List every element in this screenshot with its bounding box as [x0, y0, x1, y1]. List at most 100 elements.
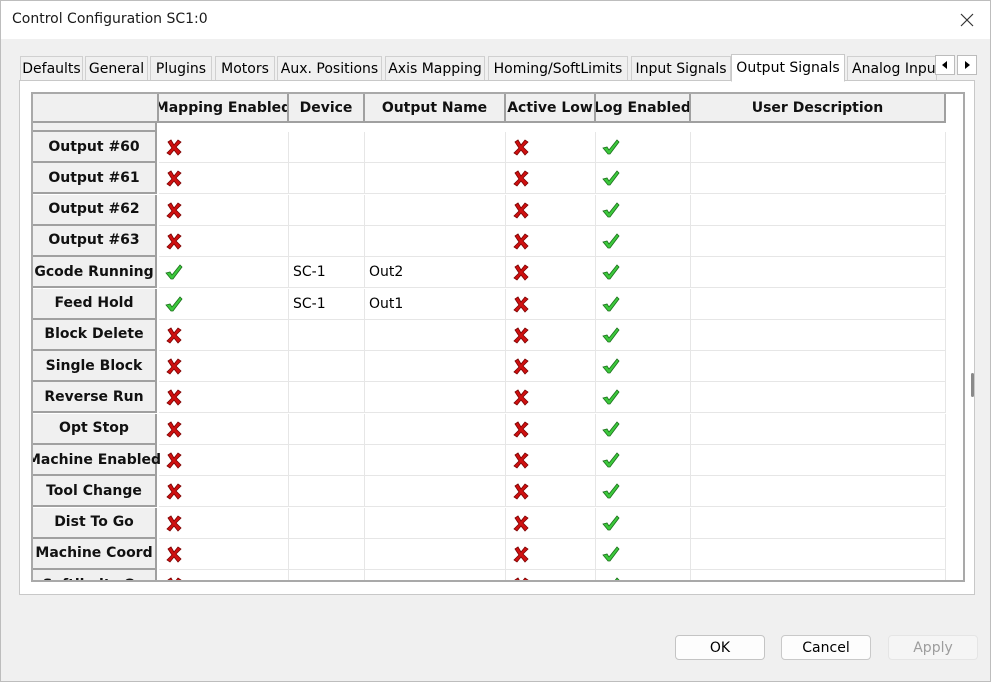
active-low-cell[interactable] — [506, 507, 596, 539]
output-name-cell[interactable] — [365, 163, 506, 195]
user-description-cell[interactable] — [691, 194, 946, 226]
output-name-cell[interactable] — [365, 319, 506, 351]
output-name-cell[interactable] — [365, 507, 506, 539]
active-low-cell[interactable] — [506, 413, 596, 445]
device-cell[interactable] — [289, 507, 365, 539]
tab-aux-positions[interactable]: Aux. Positions — [277, 56, 382, 80]
row-header[interactable]: Output #60 — [33, 132, 157, 163]
device-cell[interactable] — [289, 570, 365, 580]
mapping-enabled-cell[interactable] — [159, 132, 289, 163]
close-button[interactable] — [944, 1, 990, 39]
user-description-cell[interactable] — [691, 225, 946, 257]
cancel-button[interactable]: Cancel — [781, 635, 871, 660]
log-enabled-cell[interactable] — [596, 413, 691, 445]
mapping-enabled-cell[interactable] — [159, 288, 289, 320]
row-header[interactable]: Gcode Running — [33, 257, 157, 289]
row-header[interactable]: Output #63 — [33, 225, 157, 257]
log-enabled-cell[interactable] — [596, 476, 691, 508]
active-low-cell[interactable] — [506, 132, 596, 163]
tab-analog-inputs[interactable]: Analog Inpu — [847, 56, 937, 80]
output-name-cell[interactable] — [365, 382, 506, 414]
active-low-cell[interactable] — [506, 288, 596, 320]
log-enabled-cell[interactable] — [596, 538, 691, 570]
vertical-scrollbar-thumb[interactable] — [971, 373, 974, 397]
column-header-mapping-enabled[interactable]: Mapping Enabled — [159, 94, 289, 123]
log-enabled-cell[interactable] — [596, 257, 691, 289]
user-description-cell[interactable] — [691, 570, 946, 580]
device-cell[interactable] — [289, 351, 365, 383]
row-header[interactable]: Output #62 — [33, 194, 157, 226]
log-enabled-cell[interactable] — [596, 319, 691, 351]
output-name-cell[interactable] — [365, 351, 506, 383]
column-header-log-enabled[interactable]: Log Enabled — [596, 94, 691, 123]
mapping-enabled-cell[interactable] — [159, 225, 289, 257]
log-enabled-cell[interactable] — [596, 445, 691, 476]
tab-scroll-right-button[interactable] — [957, 55, 977, 75]
output-name-cell[interactable] — [365, 413, 506, 445]
device-cell[interactable] — [289, 445, 365, 476]
row-header[interactable]: Dist To Go — [33, 507, 157, 539]
log-enabled-cell[interactable] — [596, 132, 691, 163]
device-cell[interactable] — [289, 225, 365, 257]
output-name-cell[interactable] — [365, 570, 506, 580]
output-name-cell[interactable] — [365, 538, 506, 570]
active-low-cell[interactable] — [506, 351, 596, 383]
mapping-enabled-cell[interactable] — [159, 445, 289, 476]
device-cell[interactable] — [289, 132, 365, 163]
mapping-enabled-cell[interactable] — [159, 413, 289, 445]
active-low-cell[interactable] — [506, 163, 596, 195]
mapping-enabled-cell[interactable] — [159, 194, 289, 226]
user-description-cell[interactable] — [691, 351, 946, 383]
active-low-cell[interactable] — [506, 194, 596, 226]
mapping-enabled-cell[interactable] — [159, 319, 289, 351]
output-name-cell[interactable] — [365, 194, 506, 226]
mapping-enabled-cell[interactable] — [159, 507, 289, 539]
log-enabled-cell[interactable] — [596, 382, 691, 414]
active-low-cell[interactable] — [506, 382, 596, 414]
log-enabled-cell[interactable] — [596, 351, 691, 383]
row-header[interactable]: Output #61 — [33, 163, 157, 195]
ok-button[interactable]: OK — [675, 635, 765, 660]
row-header[interactable]: Softlimits On — [33, 570, 157, 580]
log-enabled-cell[interactable] — [596, 507, 691, 539]
mapping-enabled-cell[interactable] — [159, 351, 289, 383]
user-description-cell[interactable] — [691, 319, 946, 351]
tab-scroll-left-button[interactable] — [935, 55, 955, 75]
log-enabled-cell[interactable] — [596, 225, 691, 257]
tab-motors[interactable]: Motors — [215, 56, 275, 80]
column-header-active-low[interactable]: Active Low — [506, 94, 596, 123]
column-header-user-description[interactable]: User Description — [691, 94, 946, 123]
device-cell[interactable] — [289, 163, 365, 195]
row-header[interactable]: Single Block — [33, 351, 157, 383]
device-cell[interactable] — [289, 413, 365, 445]
user-description-cell[interactable] — [691, 257, 946, 289]
mapping-enabled-cell[interactable] — [159, 476, 289, 508]
user-description-cell[interactable] — [691, 163, 946, 195]
active-low-cell[interactable] — [506, 538, 596, 570]
tab-homing-softlimits[interactable]: Homing/SoftLimits — [488, 56, 628, 80]
row-header[interactable]: Opt Stop — [33, 413, 157, 445]
active-low-cell[interactable] — [506, 319, 596, 351]
device-cell[interactable]: SC-1 — [289, 288, 365, 320]
device-cell[interactable] — [289, 319, 365, 351]
tab-axis-mapping[interactable]: Axis Mapping — [385, 56, 485, 80]
mapping-enabled-cell[interactable] — [159, 163, 289, 195]
row-header[interactable]: Machine Enabled — [33, 445, 161, 476]
device-cell[interactable] — [289, 476, 365, 508]
active-low-cell[interactable] — [506, 257, 596, 289]
device-cell[interactable] — [289, 382, 365, 414]
user-description-cell[interactable] — [691, 538, 946, 570]
log-enabled-cell[interactable] — [596, 570, 691, 580]
mapping-enabled-cell[interactable] — [159, 382, 289, 414]
row-header[interactable]: Tool Change — [33, 476, 157, 508]
mapping-enabled-cell[interactable] — [159, 570, 289, 580]
tab-general[interactable]: General — [85, 56, 148, 80]
user-description-cell[interactable] — [691, 413, 946, 445]
output-name-cell[interactable] — [365, 225, 506, 257]
tab-plugins[interactable]: Plugins — [150, 56, 212, 80]
user-description-cell[interactable] — [691, 445, 946, 476]
tab-input-signals[interactable]: Input Signals — [631, 56, 731, 80]
apply-button[interactable]: Apply — [888, 635, 978, 660]
output-name-cell[interactable]: Out1 — [365, 288, 506, 320]
output-name-cell[interactable] — [365, 476, 506, 508]
